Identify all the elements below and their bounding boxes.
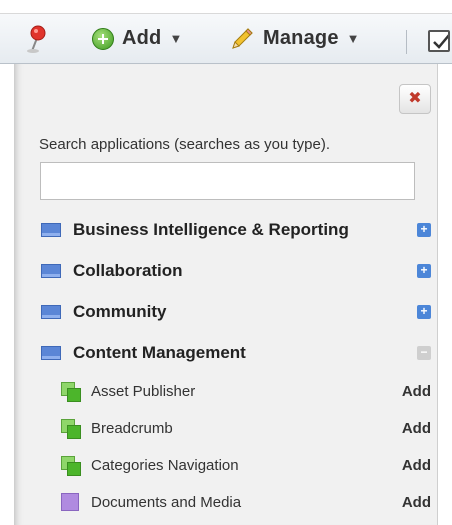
add-app-link[interactable]: Add	[402, 457, 431, 474]
add-app-link[interactable]: Add	[402, 420, 431, 437]
close-icon: ✖	[408, 90, 422, 107]
dockbar-toolbar: Add ▼ Manage ▼	[0, 14, 452, 64]
add-app-link[interactable]: Add	[402, 494, 431, 511]
chevron-down-icon: ▼	[346, 31, 360, 46]
close-button[interactable]: ✖	[399, 84, 431, 114]
app-row-asset-publisher: Asset Publisher Add	[61, 377, 431, 405]
app-row-documents-and-media: Documents and Media Add	[61, 488, 431, 516]
category-business-intelligence[interactable]: Business Intelligence & Reporting +	[41, 216, 431, 244]
add-application-panel: ✖ Search applications (searches as you t…	[14, 64, 438, 525]
app-label: Categories Navigation	[91, 456, 239, 474]
app-label: Asset Publisher	[91, 382, 196, 400]
manage-label: Manage	[263, 27, 339, 49]
expand-icon[interactable]: +	[417, 264, 431, 278]
folder-icon	[41, 264, 61, 278]
search-input[interactable]	[40, 162, 415, 200]
portlet-icon	[61, 419, 81, 439]
portlet-icon	[61, 456, 81, 476]
chevron-down-icon: ▼	[169, 31, 183, 46]
add-label: Add	[122, 27, 162, 49]
portlet-icon	[61, 382, 81, 402]
manage-menu-button[interactable]: Manage ▼	[229, 14, 360, 64]
category-label: Collaboration	[73, 261, 183, 280]
search-hint: Search applications (searches as you typ…	[39, 136, 330, 153]
pin-icon[interactable]	[26, 24, 48, 54]
expand-icon[interactable]: +	[417, 305, 431, 319]
documents-icon	[61, 493, 79, 511]
top-edge	[0, 0, 452, 14]
category-label: Business Intelligence & Reporting	[73, 220, 349, 239]
app-label: Breadcrumb	[91, 419, 173, 437]
app-row-breadcrumb: Breadcrumb Add	[61, 414, 431, 442]
folder-icon	[41, 305, 61, 319]
add-app-link[interactable]: Add	[402, 383, 431, 400]
category-label: Content Management	[73, 343, 246, 362]
expand-icon[interactable]: +	[417, 223, 431, 237]
app-row-categories-navigation: Categories Navigation Add	[61, 451, 431, 479]
category-community[interactable]: Community +	[41, 298, 431, 326]
folder-icon	[41, 223, 61, 237]
category-content-management[interactable]: Content Management −	[41, 339, 431, 367]
add-circle-icon	[92, 27, 114, 50]
add-menu-button[interactable]: Add ▼	[92, 14, 182, 64]
checkbox-icon[interactable]	[428, 30, 450, 52]
category-label: Community	[73, 302, 167, 321]
toolbar-separator	[406, 30, 407, 54]
app-label: Documents and Media	[91, 493, 242, 511]
pencil-icon	[232, 27, 253, 49]
collapse-icon[interactable]: −	[417, 346, 431, 360]
category-collaboration[interactable]: Collaboration +	[41, 257, 431, 285]
folder-icon	[41, 346, 61, 360]
